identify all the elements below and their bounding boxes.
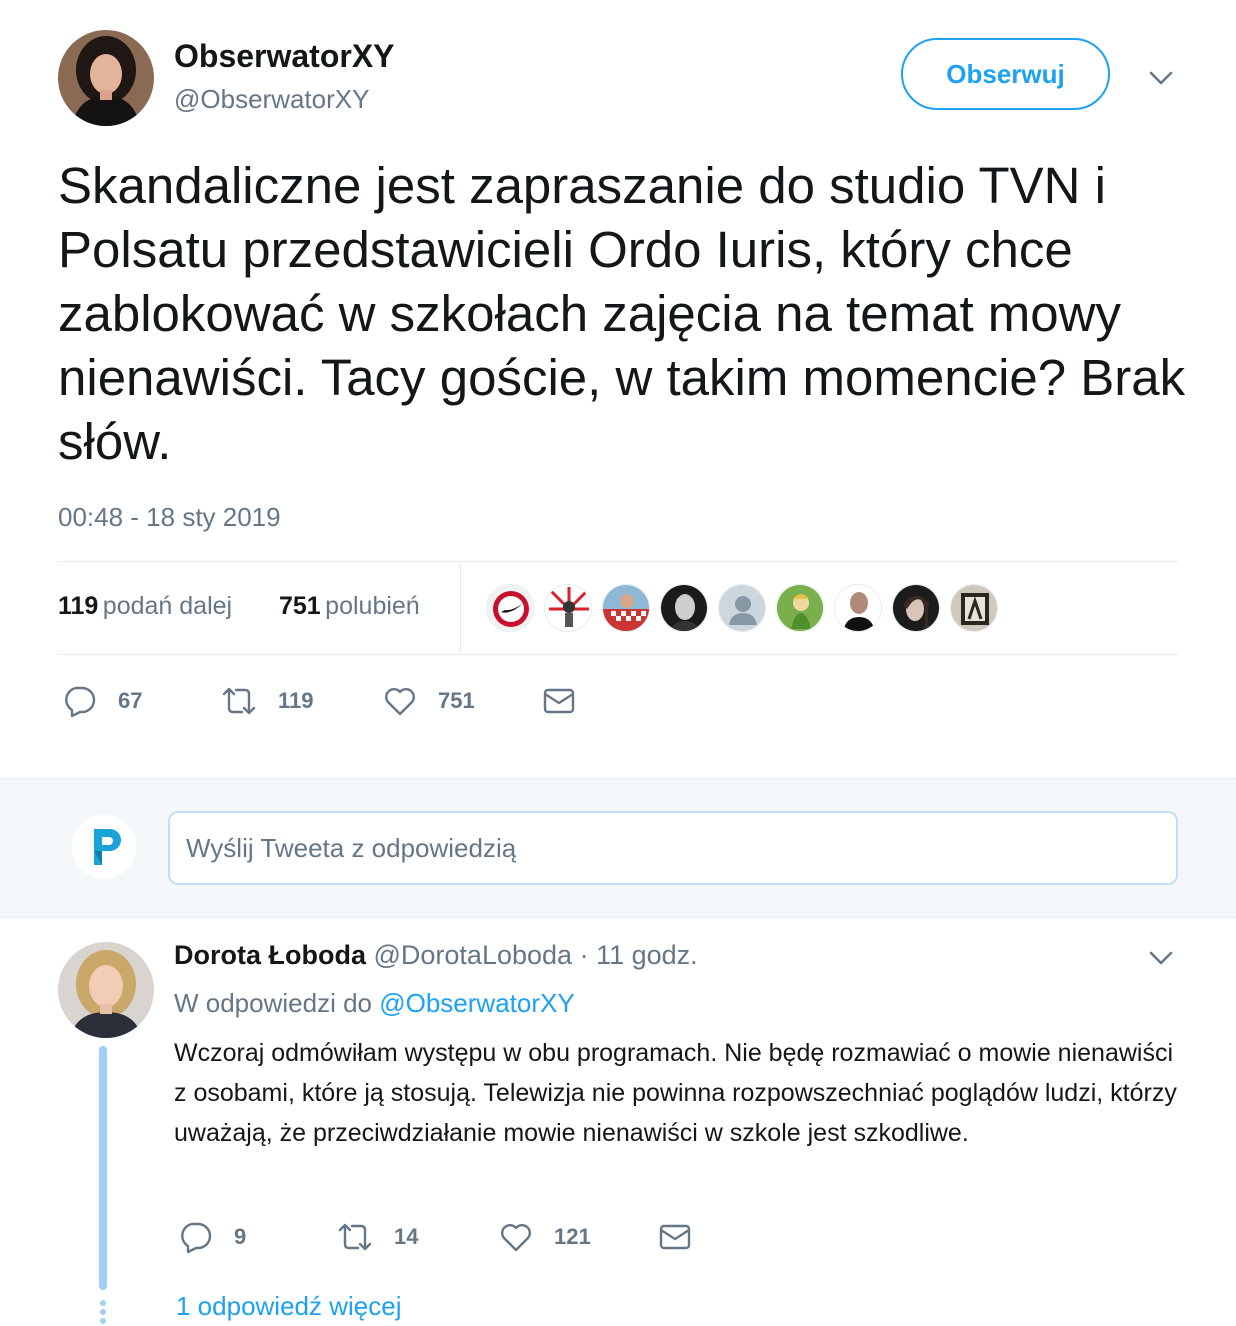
reply-author-handle[interactable]: @DorotaLoboda xyxy=(374,940,573,970)
retweet-stats[interactable]: 119 podań dalej xyxy=(58,592,232,621)
liker-avatar[interactable] xyxy=(776,584,824,632)
reply-count: 67 xyxy=(118,688,143,713)
in-reply-handle[interactable]: @ObserwatorXY xyxy=(379,988,574,1018)
liker-avatar[interactable] xyxy=(892,584,940,632)
reply-retweet-count: 14 xyxy=(394,1224,419,1249)
like-icon xyxy=(498,1220,534,1254)
liker-avatar[interactable] xyxy=(718,584,766,632)
retweets-label: podań dalej xyxy=(102,592,233,620)
retweet-icon xyxy=(336,1220,374,1254)
reply-author-name[interactable]: Dorota Łoboda xyxy=(174,940,366,970)
like-icon xyxy=(382,684,418,718)
reply-like-count: 121 xyxy=(554,1224,591,1249)
liker-avatar[interactable] xyxy=(544,584,592,632)
reply-header: Dorota Łoboda @DorotaLoboda · 11 godz. xyxy=(174,940,698,971)
reply-message-action[interactable] xyxy=(658,1220,692,1254)
in-reply-prefix: W odpowiedzi do xyxy=(174,988,372,1018)
reply-reply-action[interactable]: 9 xyxy=(178,1220,246,1254)
in-reply-to: W odpowiedzi do @ObserwatorXY xyxy=(174,988,575,1019)
retweet-icon xyxy=(220,684,258,718)
likes-label: polubień xyxy=(325,592,420,620)
reply-author-avatar[interactable] xyxy=(58,942,154,1038)
liker-avatar[interactable] xyxy=(834,584,882,632)
liker-avatar[interactable] xyxy=(602,584,650,632)
follow-button[interactable]: Obserwuj xyxy=(901,38,1110,110)
thread-dots xyxy=(100,1300,106,1324)
author-handle[interactable]: @ObserwatorXY xyxy=(174,84,369,115)
like-count: 751 xyxy=(438,688,475,713)
liker-avatar[interactable] xyxy=(660,584,708,632)
like-stats[interactable]: 751 polubień xyxy=(279,592,420,621)
reply-icon xyxy=(178,1220,212,1254)
like-action[interactable]: 751 xyxy=(382,684,475,718)
retweets-count: 119 xyxy=(58,592,99,620)
reply-input-placeholder: Wyślij Tweeta z odpowiedzią xyxy=(186,832,517,863)
divider xyxy=(58,654,1178,655)
reply-separator: · xyxy=(579,940,589,970)
likes-count: 751 xyxy=(279,592,321,620)
reply-chevron-down-icon[interactable] xyxy=(1146,946,1176,970)
reply-time[interactable]: 11 godz. xyxy=(596,940,698,970)
retweet-count: 119 xyxy=(278,688,314,713)
message-icon xyxy=(542,684,576,718)
message-icon xyxy=(658,1220,692,1254)
author-name[interactable]: ObserwatorXY xyxy=(174,38,395,75)
thread-line xyxy=(99,1046,107,1290)
reply-retweet-action[interactable]: 14 xyxy=(336,1220,418,1254)
reply-like-action[interactable]: 121 xyxy=(498,1220,591,1254)
tweet-text: Skandaliczne jest zapraszanie do studio … xyxy=(58,157,1186,470)
reply-text: Wczoraj odmówiłam występu w obu programa… xyxy=(174,1039,1177,1147)
retweet-action[interactable]: 119 xyxy=(220,684,314,718)
reply-reply-count: 9 xyxy=(234,1224,247,1249)
liker-avatar[interactable] xyxy=(486,584,534,632)
reply-icon xyxy=(62,684,96,718)
follow-label: Obserwuj xyxy=(946,58,1065,89)
liker-avatar[interactable] xyxy=(950,584,998,632)
author-avatar[interactable] xyxy=(58,30,154,126)
more-replies-link[interactable]: 1 odpowiedź więcej xyxy=(176,1291,401,1322)
stats-divider xyxy=(460,562,461,654)
reply-action[interactable]: 67 xyxy=(62,684,142,718)
logo-icon xyxy=(72,815,136,879)
message-action[interactable] xyxy=(542,684,576,718)
divider xyxy=(58,561,1178,562)
reply-input[interactable]: Wyślij Tweeta z odpowiedzią xyxy=(168,811,1178,885)
chevron-down-icon[interactable] xyxy=(1146,66,1176,90)
tweet-timestamp[interactable]: 00:48 - 18 sty 2019 xyxy=(58,502,281,533)
